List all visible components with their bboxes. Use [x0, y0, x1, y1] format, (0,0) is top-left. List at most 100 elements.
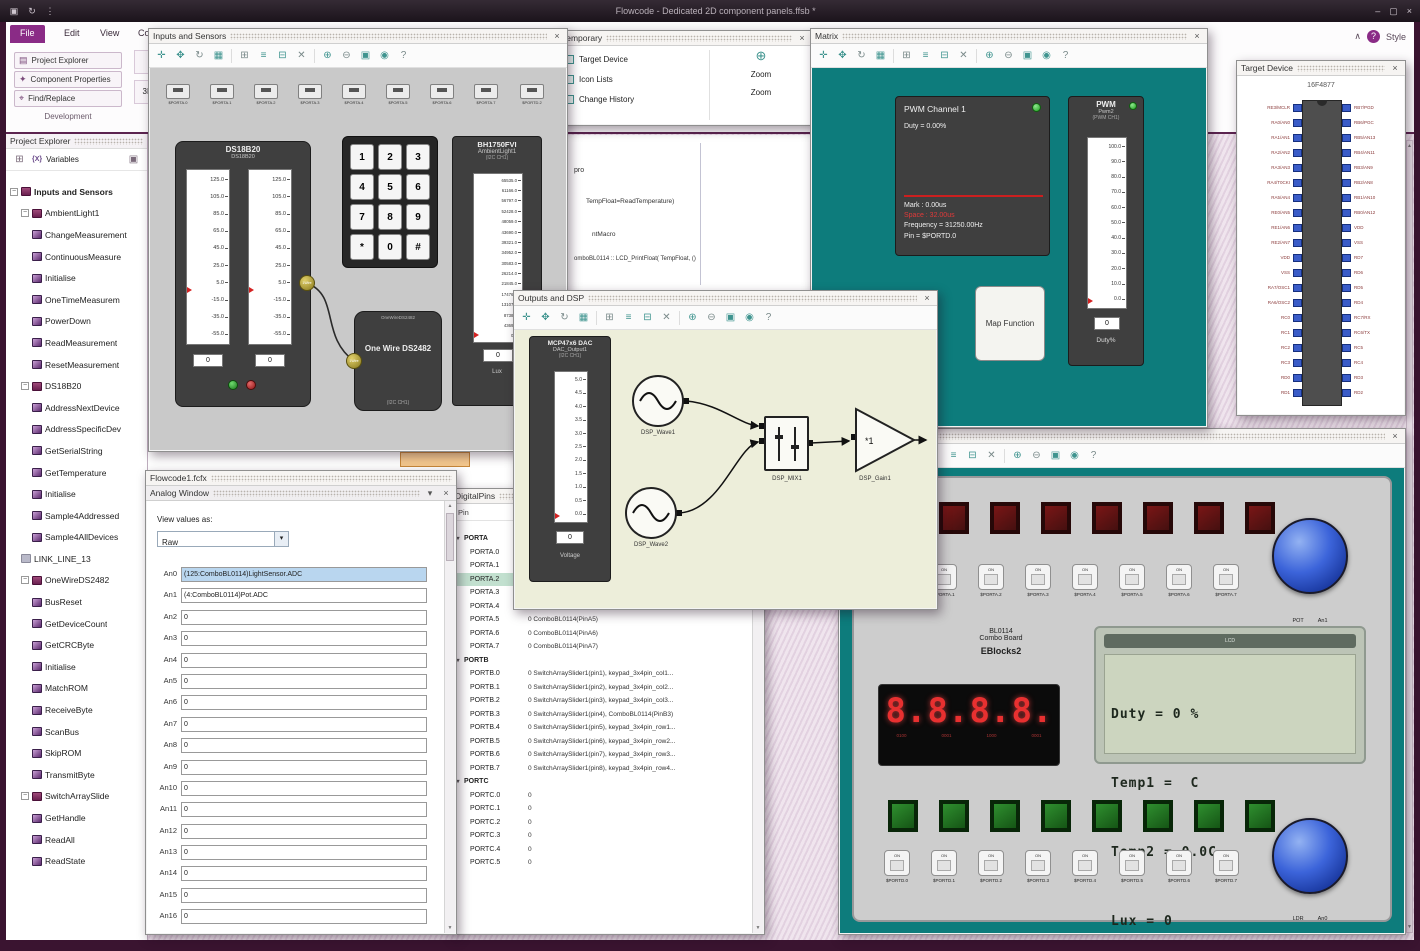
port-connector[interactable]: $PORTA.1 [208, 84, 236, 105]
window-title-bar[interactable]: Matrix × [811, 29, 1207, 44]
chip-pin[interactable]: VSS [1238, 238, 1404, 251]
tree-item[interactable]: − OneWireDS2482 [6, 570, 147, 592]
push-switch[interactable]: ON [978, 564, 1004, 590]
window-title-bar[interactable]: Inputs and Sensors × [149, 29, 567, 44]
analog-value-field[interactable]: 0 [181, 652, 427, 668]
panel-list-item[interactable]: Icon Lists [563, 69, 705, 89]
grid-icon[interactable]: ⊞ [236, 47, 253, 64]
pin-row[interactable]: PORTB.1 0 SwitchArraySlider1(pin2), keypa… [452, 681, 751, 695]
pin-row[interactable]: PORTA.7 0 ComboBL0114(PinA7) [452, 640, 751, 654]
components-icon[interactable]: ▦ [210, 47, 227, 64]
main-vertical-scrollbar[interactable]: ▲ ▼ [1406, 140, 1413, 933]
pin-row[interactable]: PORTB.0 0 SwitchArraySlider1(pin1), keypa… [452, 667, 751, 681]
expander-icon[interactable]: − [21, 209, 29, 218]
view-mode-dropdown[interactable]: Raw ▾ [157, 531, 289, 547]
tab-edit[interactable]: Edit [54, 25, 90, 43]
close-icon[interactable]: × [1389, 62, 1401, 74]
expander-icon[interactable]: − [21, 792, 29, 801]
push-switch[interactable]: ON [1072, 850, 1098, 876]
port-connector[interactable]: $PORTA.3 [296, 84, 324, 105]
more-icon[interactable]: ⋮ [44, 5, 56, 17]
keypad-key-1[interactable]: 1 [350, 144, 374, 170]
push-switch[interactable]: ON [1072, 564, 1098, 590]
onewire-node[interactable]: 1Wire [299, 275, 315, 291]
find-replace-button[interactable]: ⌖ Find/Replace [14, 90, 122, 107]
keypad-key-7[interactable]: 7 [350, 204, 374, 230]
port-connector[interactable]: $PORTA.0 [164, 84, 192, 105]
close-icon[interactable]: × [796, 32, 808, 44]
push-switch[interactable]: ON [1166, 564, 1192, 590]
components-icon[interactable]: ▦ [872, 47, 889, 64]
pin-row[interactable]: PORTC.2 0 [452, 816, 751, 830]
tree-item[interactable]: ReadAll [6, 829, 147, 851]
port-connector[interactable]: $PORTA.6 [428, 84, 456, 105]
cursor-icon[interactable]: ✛ [518, 309, 535, 326]
tree-item[interactable]: Sample4Addressed [6, 505, 147, 527]
component-properties-button[interactable]: ✦ Component Properties [14, 71, 122, 88]
keypad-key-9[interactable]: 9 [406, 204, 430, 230]
zoom-out-icon[interactable]: ⊖ [703, 309, 720, 326]
rotate-icon[interactable]: ↻ [556, 309, 573, 326]
pin-row[interactable]: PORTC.1 0 [452, 802, 751, 816]
variables-label[interactable]: Variables [46, 155, 79, 164]
chip-pin[interactable]: RD3 [1238, 373, 1404, 386]
port-connector[interactable]: $PORTA.2 [252, 84, 280, 105]
dsp-wave2-component[interactable] [624, 486, 678, 545]
analog-value-field[interactable]: 0 [181, 887, 427, 903]
pin-row[interactable]: PORTC.3 0 [452, 829, 751, 843]
analog-value-field[interactable]: 0 [181, 716, 427, 732]
analog-value-field[interactable]: 0 [181, 909, 427, 925]
tree-item[interactable]: SkipROM [6, 742, 147, 764]
tree-item[interactable]: Sample4AllDevices [6, 527, 147, 549]
chip-pin[interactable]: RB2/AN8 [1238, 178, 1404, 191]
tree-item[interactable]: Initialise [6, 656, 147, 678]
pin-row[interactable]: PORTB.3 0 SwitchArraySlider1(pin4), Combo… [452, 708, 751, 722]
tree-item[interactable]: ResetMeasurement [6, 354, 147, 376]
port-group-row[interactable]: ▾ PORTB [452, 654, 751, 668]
chip-pin[interactable]: RB4/AN11 [1238, 148, 1404, 161]
push-switch[interactable]: ON [1025, 850, 1051, 876]
chip-pin[interactable]: RB5/AN13 [1238, 133, 1404, 146]
dsp-mixer-component[interactable] [764, 416, 809, 471]
dac-component[interactable]: MCP47x6 DAC DAC_Output1 (I2C CH1) 5.0 4.5… [529, 336, 611, 582]
zoom-icon[interactable]: ⊕ [715, 48, 807, 64]
pin-row[interactable]: PORTB.5 0 SwitchArraySlider1(pin6), keypa… [452, 735, 751, 749]
scroll-thumb[interactable] [446, 513, 454, 561]
zoom-button[interactable]: Zoom [715, 88, 807, 97]
window-title-bar[interactable]: Temporary × [558, 31, 812, 46]
dropdown-arrow-icon[interactable]: ▾ [274, 532, 288, 546]
grid-icon[interactable]: ⊞ [601, 309, 618, 326]
close-icon[interactable]: × [551, 30, 563, 42]
chip-pin[interactable]: RD2 [1238, 388, 1404, 401]
rotate-icon[interactable]: ↻ [853, 47, 870, 64]
pin-row[interactable]: PORTA.6 0 ComboBL0114(PinA6) [452, 627, 751, 641]
chip-pin[interactable]: RD6 [1238, 268, 1404, 281]
delete-icon[interactable]: ✕ [983, 447, 1000, 464]
keypad-key-3[interactable]: 3 [406, 144, 430, 170]
align-icon[interactable]: ≡ [945, 447, 962, 464]
pwm-gauge-component[interactable]: PWM Pwm2 (PWM CH1) 100.0 90.0 80.0 70.0 60.0… [1068, 96, 1144, 366]
tree-item[interactable]: ContinuousMeasure [6, 246, 147, 268]
tree-item[interactable]: − Inputs and Sensors [6, 181, 147, 203]
tree-item[interactable]: Initialise [6, 483, 147, 505]
zoom-in-icon[interactable]: ⊕ [319, 47, 336, 64]
tree-item[interactable]: LINK_LINE_13 [6, 548, 147, 570]
onewire-node[interactable]: 1Wire [346, 353, 362, 369]
tree-item[interactable]: Initialise [6, 267, 147, 289]
push-switch[interactable]: ON [1166, 850, 1192, 876]
components-icon[interactable]: ▦ [575, 309, 592, 326]
refresh-icon[interactable]: ↻ [26, 5, 38, 17]
analog-value-field[interactable]: (4:ComboBL0114)Pot.ADC [181, 588, 427, 604]
zoom-out-icon[interactable]: ⊖ [1028, 447, 1045, 464]
close-icon[interactable]: × [440, 487, 452, 499]
push-switch[interactable]: ON [1025, 564, 1051, 590]
ds18b20-component[interactable]: DS18B20 DS18B20 125.0 105.0 85.0 65.0 45.0 25… [175, 141, 311, 407]
tree-item[interactable]: AddressNextDevice [6, 397, 147, 419]
pin-row[interactable]: PORTA.5 0 ComboBL0114(PinA5) [452, 613, 751, 627]
chip-pin[interactable]: VDD [1238, 223, 1404, 236]
chip-pin[interactable]: RB0/AN12 [1238, 208, 1404, 221]
copy-icon[interactable]: ⊟ [639, 309, 656, 326]
scroll-up-icon[interactable]: ▲ [1407, 141, 1412, 151]
copy-icon[interactable]: ⊟ [274, 47, 291, 64]
port-connector[interactable]: $PORTA.4 [340, 84, 368, 105]
